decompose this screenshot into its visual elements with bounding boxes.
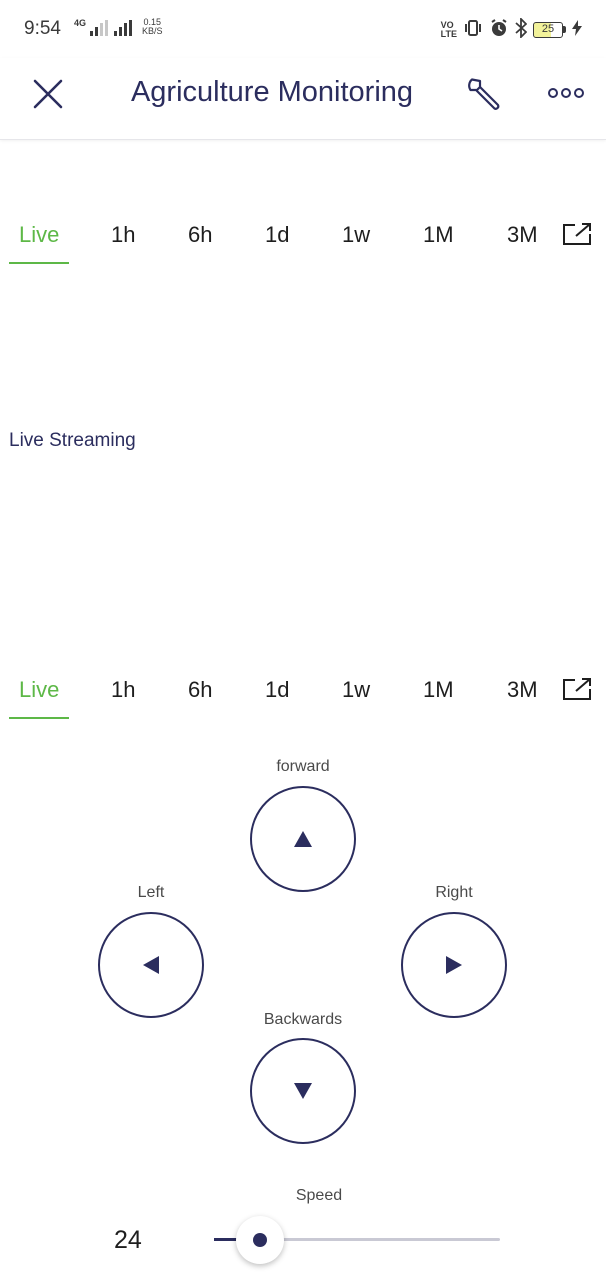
left-button[interactable]: [98, 912, 204, 1018]
tab-1m[interactable]: 1M: [423, 222, 454, 262]
wrench-icon: [468, 78, 500, 110]
vibrate-icon: [463, 19, 483, 40]
tab-1w[interactable]: 1w: [342, 677, 370, 717]
speed-value: 24: [114, 1226, 142, 1254]
tab-6h[interactable]: 6h: [188, 222, 212, 262]
arrow-right-icon: [446, 956, 462, 974]
arrow-left-icon: [143, 956, 159, 974]
status-right-icons: VO LTE 25: [440, 16, 582, 41]
status-left-icons: 4G 0.15 KB/S: [74, 18, 163, 36]
tab-1h[interactable]: 1h: [111, 222, 135, 262]
tab-1h[interactable]: 1h: [111, 677, 135, 717]
right-button[interactable]: [401, 912, 507, 1018]
bluetooth-icon: [515, 16, 528, 41]
alarm-icon: [489, 18, 509, 41]
arrow-up-icon: [294, 831, 312, 847]
net-speed: 0.15 KB/S: [142, 18, 163, 36]
net-speed-unit: KB/S: [142, 26, 163, 36]
left-label: Left: [137, 884, 165, 901]
more-horizontal-icon: [548, 88, 584, 98]
tab-1d[interactable]: 1d: [265, 222, 289, 262]
open-in-new-icon: [563, 223, 591, 245]
arrow-down-icon: [294, 1083, 312, 1099]
tab-1m[interactable]: 1M: [423, 677, 454, 717]
backwards-button[interactable]: [250, 1038, 356, 1144]
tab-3m[interactable]: 3M: [507, 677, 538, 717]
tab-live[interactable]: Live: [8, 677, 70, 719]
slider-thumb[interactable]: [236, 1216, 284, 1264]
signal-strength-icon-sim1: [90, 20, 109, 36]
tab-3m[interactable]: 3M: [507, 222, 538, 262]
status-time: 9:54: [24, 18, 61, 39]
expand-button[interactable]: [562, 677, 592, 707]
network-type-label: 4G: [74, 18, 87, 28]
speed-label: Speed: [295, 1187, 343, 1204]
status-bar: 9:54 4G 0.15 KB/S VO LTE 25: [0, 0, 606, 58]
charging-icon: [572, 20, 582, 39]
tab-live[interactable]: Live: [8, 222, 70, 264]
speed-slider[interactable]: [214, 1212, 504, 1268]
live-streaming-label: Live Streaming: [9, 430, 136, 451]
time-range-tabs-top: Live 1h 6h 1d 1w 1M 3M: [0, 214, 606, 266]
battery-level: 25: [533, 21, 563, 38]
forward-label: forward: [276, 758, 330, 775]
settings-button[interactable]: [462, 72, 506, 116]
tab-1w[interactable]: 1w: [342, 222, 370, 262]
app-header: Agriculture Monitoring: [0, 58, 606, 140]
tab-1d[interactable]: 1d: [265, 677, 289, 717]
more-options-button[interactable]: [544, 78, 588, 108]
time-range-tabs-bottom: Live 1h 6h 1d 1w 1M 3M: [0, 669, 606, 721]
volte-icon: VO LTE: [440, 19, 457, 39]
forward-button[interactable]: [250, 786, 356, 892]
backwards-label: Backwards: [263, 1011, 343, 1028]
open-in-new-icon: [563, 678, 591, 700]
right-label: Right: [435, 884, 473, 901]
tab-6h[interactable]: 6h: [188, 677, 212, 717]
battery-icon: 25: [533, 21, 566, 38]
expand-button[interactable]: [562, 222, 592, 252]
signal-strength-icon-sim2: [114, 20, 133, 36]
